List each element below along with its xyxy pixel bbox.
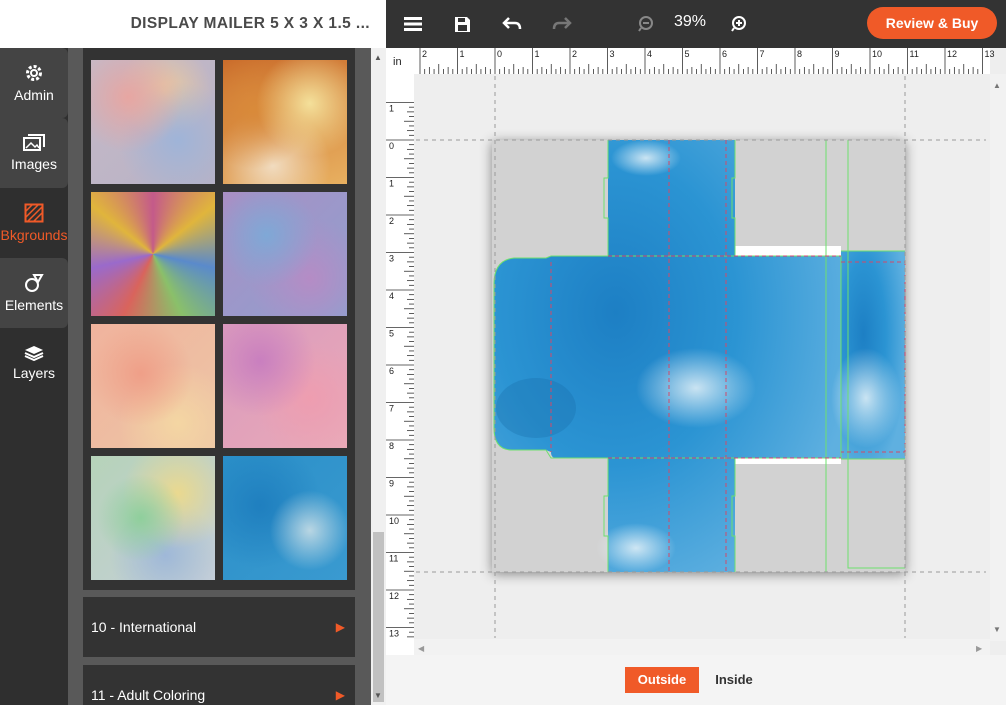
undo-icon[interactable] bbox=[498, 0, 526, 48]
background-thumbnails bbox=[83, 48, 355, 590]
nav-item-backgrounds[interactable]: Bkgrounds bbox=[0, 188, 68, 258]
ruler-label: 1 bbox=[389, 179, 394, 189]
ruler-label: 9 bbox=[389, 479, 394, 489]
images-icon bbox=[23, 134, 45, 151]
artboard[interactable] bbox=[492, 140, 906, 573]
gear-icon bbox=[26, 65, 42, 81]
ruler-label: 4 bbox=[389, 291, 394, 301]
document-title-bar: DISPLAY MAILER 5 X 3 X 1.5 ... bbox=[0, 0, 386, 48]
elements-icon bbox=[25, 274, 44, 292]
background-thumbnail[interactable] bbox=[91, 60, 215, 184]
ruler-label: 8 bbox=[797, 49, 802, 59]
scroll-down-arrow-icon[interactable]: ▼ bbox=[374, 691, 382, 700]
canvas-vertical-scrollbar[interactable] bbox=[990, 74, 1006, 641]
nav-item-layers[interactable]: Layers bbox=[0, 328, 68, 398]
scrollbar-thumb[interactable] bbox=[373, 532, 384, 702]
document-title: DISPLAY MAILER 5 X 3 X 1.5 ... bbox=[130, 15, 370, 32]
canvas-horizontal-scrollbar[interactable] bbox=[414, 639, 990, 655]
ruler-label: 1 bbox=[389, 104, 394, 114]
designer-app: DISPLAY MAILER 5 X 3 X 1.5 ... 39% Revie… bbox=[0, 0, 1006, 705]
redo-icon[interactable] bbox=[548, 0, 576, 48]
vertical-ruler: 1012345678910111213 bbox=[386, 74, 414, 655]
ruler-unit: in bbox=[393, 56, 402, 68]
view-switch-bar: Outside Inside bbox=[386, 655, 1006, 705]
ruler-label: 12 bbox=[389, 591, 399, 601]
background-thumbnail[interactable] bbox=[223, 324, 347, 448]
background-thumbnail[interactable] bbox=[223, 60, 347, 184]
ruler-label: 6 bbox=[722, 49, 727, 59]
ruler-label: 7 bbox=[389, 404, 394, 414]
category-label: 10 - International bbox=[91, 619, 197, 635]
nav-item-label: Images bbox=[11, 156, 57, 172]
category-row[interactable]: 10 - International ▶ bbox=[83, 597, 355, 657]
nav-item-label: Layers bbox=[12, 365, 56, 381]
ruler-label: 2 bbox=[572, 49, 577, 59]
ruler-label: 6 bbox=[389, 366, 394, 376]
ruler-label: 11 bbox=[389, 554, 398, 564]
expand-arrow-icon: ▶ bbox=[335, 688, 345, 702]
ruler-label: 12 bbox=[947, 49, 957, 59]
scroll-right-arrow-icon[interactable]: ▶ bbox=[976, 644, 983, 653]
ruler-label: 13 bbox=[389, 629, 399, 639]
ruler-label: 4 bbox=[647, 49, 652, 59]
ruler-label: 0 bbox=[389, 141, 394, 151]
ruler-label: 1 bbox=[535, 49, 540, 59]
design-canvas[interactable]: 2 1 0 1 2 3 4 5 6 7 8 9 10 11 12 13 1 0 1 2 3 4 5 6 7 8 9 10 11 12 13… bbox=[386, 48, 1006, 705]
ruler-label: 9 bbox=[835, 49, 840, 59]
ruler-label: 10 bbox=[872, 49, 882, 59]
background-thumbnail[interactable] bbox=[223, 192, 347, 316]
nav-item-images[interactable]: Images bbox=[0, 118, 68, 188]
background-thumbnail[interactable] bbox=[91, 192, 215, 316]
ruler-label: 7 bbox=[760, 49, 765, 59]
save-icon[interactable] bbox=[449, 0, 475, 48]
scroll-down-arrow-icon[interactable]: ▼ bbox=[993, 625, 1001, 634]
menu-icon[interactable] bbox=[400, 0, 426, 48]
top-toolbar: 39% Review & Buy bbox=[386, 0, 1006, 48]
outside-view-button[interactable]: Outside bbox=[625, 667, 699, 693]
ruler-label: 3 bbox=[389, 254, 394, 264]
nav-item-label: Elements bbox=[4, 297, 64, 313]
ruler-label: 10 bbox=[389, 516, 399, 526]
expand-arrow-icon: ▶ bbox=[335, 620, 345, 634]
scroll-left-arrow-icon[interactable]: ◀ bbox=[418, 644, 425, 653]
ruler-label: 0 bbox=[497, 49, 502, 59]
ruler-label: 8 bbox=[389, 441, 394, 451]
background-thumbnail[interactable] bbox=[91, 456, 215, 580]
background-thumbnail[interactable] bbox=[91, 324, 215, 448]
ruler-label: 2 bbox=[389, 216, 394, 226]
ruler-label: 5 bbox=[685, 49, 690, 59]
zoom-out-icon[interactable] bbox=[636, 0, 658, 48]
category-label: 11 - Adult Coloring bbox=[91, 687, 206, 703]
nav-item-elements[interactable]: Elements bbox=[0, 258, 68, 328]
background-thumbnail[interactable] bbox=[223, 456, 347, 580]
horizontal-ruler: 2 1 0 1 2 3 4 5 6 7 8 9 10 11 12 13 bbox=[414, 48, 995, 74]
ruler-label: 1 bbox=[460, 49, 465, 59]
ruler-label: 2 bbox=[422, 49, 427, 59]
ruler-label: 5 bbox=[389, 329, 394, 339]
zoom-in-icon[interactable] bbox=[728, 0, 750, 48]
inside-view-button[interactable]: Inside bbox=[706, 667, 762, 693]
panel-scrollbar[interactable]: ▲ ▼ bbox=[371, 48, 386, 705]
left-nav: Admin Images Bkgrounds Elements Layers bbox=[0, 48, 68, 705]
review-buy-button[interactable]: Review & Buy bbox=[867, 7, 997, 39]
ruler-label: 13 bbox=[985, 49, 995, 59]
ruler-label: 3 bbox=[610, 49, 615, 59]
nav-item-label: Admin bbox=[14, 87, 54, 103]
backgrounds-icon bbox=[24, 203, 44, 223]
ruler-label: 11 bbox=[910, 49, 919, 59]
category-row[interactable]: 11 - Adult Coloring ▶ bbox=[83, 665, 355, 705]
zoom-level: 39% bbox=[674, 13, 707, 30]
scroll-up-arrow-icon[interactable]: ▲ bbox=[374, 53, 382, 62]
backgrounds-panel: 10 - International ▶ 11 - Adult Coloring… bbox=[68, 48, 371, 705]
nav-item-label: Bkgrounds bbox=[0, 227, 68, 243]
layers-icon bbox=[24, 346, 44, 361]
scroll-up-arrow-icon[interactable]: ▲ bbox=[993, 81, 1001, 90]
nav-item-admin[interactable]: Admin bbox=[0, 48, 68, 118]
